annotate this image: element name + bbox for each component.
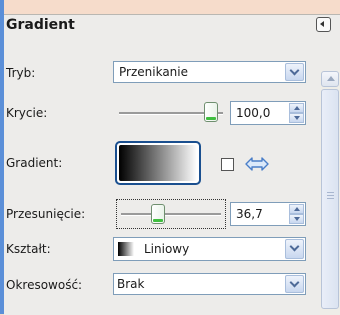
ksztalt-row: Kształt: Liniowy: [4, 237, 340, 263]
tryb-value: Przenikanie: [119, 65, 188, 79]
gradient-row: Gradient:: [4, 139, 340, 189]
przesuniecie-row: Przesunięcie: 36,7: [4, 199, 340, 229]
reverse-checkbox[interactable]: [221, 158, 234, 171]
panel-header: Gradient: [4, 15, 340, 37]
krycie-label: Krycie:: [6, 106, 48, 120]
krycie-slider-thumb[interactable]: [204, 102, 218, 122]
swap-arrows-icon[interactable]: [245, 156, 269, 172]
przesuniecie-increment-icon[interactable]: [289, 204, 304, 214]
panel-title: Gradient: [6, 17, 75, 33]
gradient-panel: Gradient Tryb: Przenikanie Krycie: 100,0…: [4, 14, 340, 315]
ksztalt-label: Kształt:: [6, 242, 51, 256]
gradient-preview-button[interactable]: [115, 141, 201, 185]
przesuniecie-value: 36,7: [236, 207, 263, 221]
krycie-value: 100,0: [236, 106, 271, 120]
przesuniecie-spinbox[interactable]: 36,7: [230, 202, 306, 226]
przesuniecie-decrement-icon[interactable]: [289, 214, 304, 224]
tryb-label: Tryb:: [6, 66, 36, 80]
grip-line: [327, 198, 334, 199]
grip-line: [327, 192, 334, 193]
panel-scrollbar[interactable]: [320, 71, 340, 315]
collapse-icon[interactable]: [316, 17, 331, 32]
krycie-decrement-icon[interactable]: [289, 113, 304, 123]
krycie-spinbox[interactable]: 100,0: [230, 101, 306, 125]
przesuniecie-label: Przesunięcie:: [6, 207, 86, 221]
okresowosc-select[interactable]: Brak: [113, 273, 306, 295]
tryb-row: Tryb: Przenikanie: [4, 61, 340, 87]
okresowosc-row: Okresowość: Brak: [4, 273, 340, 299]
tryb-select[interactable]: Przenikanie: [113, 61, 306, 83]
scrollbar-thumb[interactable]: [321, 89, 339, 309]
linear-shape-icon: [118, 242, 134, 256]
gradient-label: Gradient:: [6, 156, 63, 170]
chevron-down-icon[interactable]: [285, 239, 304, 259]
krycie-increment-icon[interactable]: [289, 103, 304, 113]
okresowosc-label: Okresowość:: [6, 278, 83, 292]
przesuniecie-slider-thumb[interactable]: [151, 204, 165, 224]
scroll-up-icon[interactable]: [321, 71, 339, 87]
przesuniecie-slider-track[interactable]: [121, 213, 221, 216]
krycie-row: Krycie: 100,0: [4, 99, 340, 127]
ksztalt-value: Liniowy: [144, 242, 190, 256]
chevron-down-icon[interactable]: [285, 275, 304, 293]
gradient-preview: [119, 145, 197, 181]
okresowosc-value: Brak: [117, 277, 145, 291]
chevron-down-icon[interactable]: [285, 63, 304, 81]
grip-line: [327, 195, 334, 196]
ksztalt-select[interactable]: Liniowy: [113, 237, 306, 261]
